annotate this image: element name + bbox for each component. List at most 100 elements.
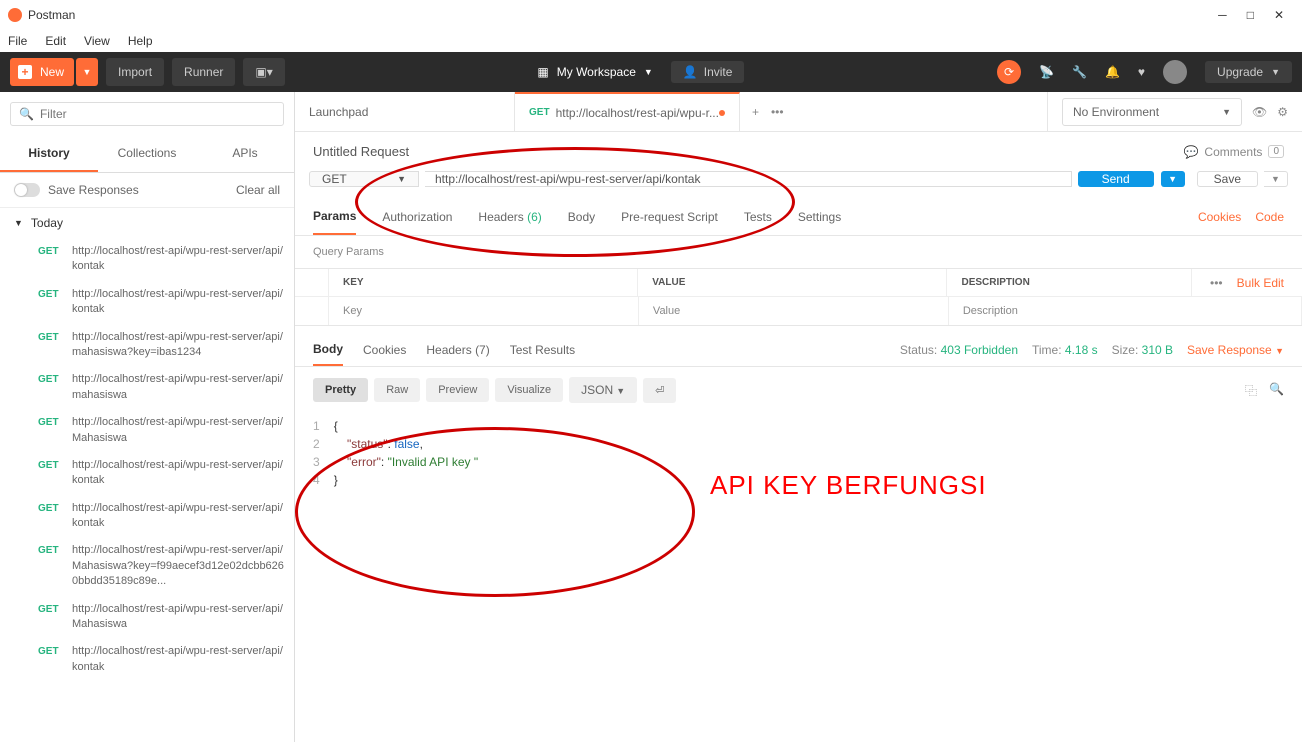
history-method: GET [38, 330, 62, 361]
save-button[interactable]: Save [1197, 171, 1258, 187]
tab-options-button[interactable]: ••• [771, 105, 784, 119]
key-input[interactable]: Key [329, 297, 639, 325]
app-icon [8, 8, 22, 22]
cookies-link[interactable]: Cookies [1198, 210, 1241, 224]
more-icon[interactable]: ••• [1210, 276, 1223, 290]
history-method: GET [38, 543, 62, 589]
chevron-down-icon: ▼ [397, 174, 406, 184]
tab-params[interactable]: Params [313, 199, 356, 235]
wrap-lines-button[interactable]: ⏎ [643, 378, 676, 403]
sidebar: 🔍 History Collections APIs Save Response… [0, 92, 295, 742]
import-button[interactable]: Import [106, 58, 164, 86]
history-item[interactable]: GEThttp://localhost/rest-api/wpu-rest-se… [0, 638, 294, 681]
history-item[interactable]: GEThttp://localhost/rest-api/wpu-rest-se… [0, 324, 294, 367]
history-item[interactable]: GEThttp://localhost/rest-api/wpu-rest-se… [0, 366, 294, 409]
history-item[interactable]: GET http://localhost/rest-api/wpu-rest-se… [0, 452, 294, 495]
menu-file[interactable]: File [8, 34, 27, 48]
history-item[interactable]: GEThttp://localhost/rest-api/wpu-rest-se… [0, 409, 294, 452]
menu-edit[interactable]: Edit [45, 34, 66, 48]
add-tab-button[interactable]: + [752, 105, 759, 119]
history-method: GET [38, 458, 62, 489]
titlebar: Postman ─ □ ✕ [0, 0, 1302, 30]
tab-tests[interactable]: Tests [744, 200, 772, 234]
clear-all-button[interactable]: Clear all [236, 183, 280, 197]
plus-icon: + [18, 65, 32, 79]
resp-tab-headers[interactable]: Headers (7) [426, 335, 489, 365]
resp-tab-tests[interactable]: Test Results [510, 335, 575, 365]
resp-tab-cookies[interactable]: Cookies [363, 335, 406, 365]
wrench-icon[interactable]: 🔧 [1072, 65, 1087, 79]
search-icon: 🔍 [19, 107, 34, 121]
new-button[interactable]: + New [10, 58, 74, 86]
runner-button[interactable]: Runner [172, 58, 235, 86]
minimize-button[interactable]: ─ [1218, 8, 1227, 22]
view-pretty[interactable]: Pretty [313, 378, 368, 402]
tab-settings[interactable]: Settings [798, 200, 841, 234]
save-responses-label: Save Responses [48, 183, 139, 197]
sync-icon[interactable]: ⟳ [997, 60, 1021, 84]
today-header[interactable]: ▼ Today [0, 208, 294, 238]
history-item[interactable]: GEThttp://localhost/rest-api/wpu-rest-se… [0, 596, 294, 639]
code-link[interactable]: Code [1255, 210, 1284, 224]
upgrade-button[interactable]: Upgrade ▼ [1205, 61, 1292, 83]
history-url: http://localhost/rest-api/wpu-rest-serve… [72, 458, 284, 489]
tab-headers[interactable]: Headers (6) [478, 200, 541, 234]
satellite-icon[interactable]: 📡 [1039, 65, 1054, 79]
url-input[interactable]: http://localhost/rest-api/wpu-rest-serve… [425, 171, 1072, 187]
history-method: GET [38, 415, 62, 446]
tab-body[interactable]: Body [568, 200, 595, 234]
history-method: GET [38, 501, 62, 532]
heart-icon[interactable]: ♥ [1138, 65, 1145, 79]
tab-launchpad[interactable]: Launchpad [295, 92, 515, 131]
bell-icon[interactable]: 🔔 [1105, 65, 1120, 79]
settings-icon[interactable]: ⚙ [1277, 105, 1288, 119]
workspace-selector[interactable]: ▦ My Workspace ▼ [537, 65, 652, 79]
save-dropdown[interactable]: ▼ [1264, 171, 1288, 187]
view-preview[interactable]: Preview [426, 378, 489, 402]
tab-prerequest[interactable]: Pre-request Script [621, 200, 718, 234]
open-new-button[interactable]: ▣▾ [243, 58, 284, 86]
menu-view[interactable]: View [84, 34, 110, 48]
history-url: http://localhost/rest-api/wpu-rest-serve… [72, 501, 284, 532]
comments-button[interactable]: 💬 Comments 0 [1183, 145, 1284, 159]
format-select[interactable]: JSON ▼ [569, 377, 637, 403]
avatar[interactable] [1163, 60, 1187, 84]
th-key: KEY [329, 269, 638, 296]
history-item[interactable]: GEThttp://localhost/rest-api/wpu-rest-se… [0, 281, 294, 324]
bulk-edit-link[interactable]: Bulk Edit [1237, 276, 1284, 290]
menu-help[interactable]: Help [128, 34, 153, 48]
tab-history[interactable]: History [0, 136, 98, 172]
tab-apis[interactable]: APIs [196, 136, 294, 172]
copy-icon[interactable]: ⿻ [1245, 382, 1257, 399]
view-visualize[interactable]: Visualize [495, 378, 563, 402]
close-button[interactable]: ✕ [1274, 8, 1284, 22]
send-button[interactable]: Send [1078, 171, 1154, 187]
chevron-down-icon: ▼ [1271, 67, 1280, 77]
environment-select[interactable]: No Environment ▼ [1062, 98, 1242, 126]
env-preview-icon[interactable]: 👁 [1252, 105, 1267, 119]
save-responses-toggle[interactable] [14, 183, 40, 197]
new-dropdown[interactable]: ▼ [76, 58, 98, 86]
description-input[interactable]: Description [949, 297, 1302, 325]
toolbar: + New ▼ Import Runner ▣▾ ▦ My Workspace … [0, 52, 1302, 92]
tab-collections[interactable]: Collections [98, 136, 196, 172]
tab-authorization[interactable]: Authorization [382, 200, 452, 234]
history-item[interactable]: GEThttp://localhost/rest-api/wpu-rest-se… [0, 537, 294, 595]
th-description: DESCRIPTION [947, 269, 1192, 296]
method-select[interactable]: GET ▼ [309, 171, 419, 187]
send-dropdown[interactable]: ▼ [1161, 171, 1185, 187]
save-response-button[interactable]: Save Response ▼ [1187, 343, 1284, 357]
history-item[interactable]: GET http://localhost/rest-api/wpu-rest-se… [0, 495, 294, 538]
resp-tab-body[interactable]: Body [313, 334, 343, 366]
tab-request[interactable]: GET http://localhost/rest-api/wpu-r... [515, 92, 740, 131]
invite-button[interactable]: 👤 Invite [671, 61, 745, 83]
maximize-button[interactable]: □ [1247, 8, 1254, 22]
search-response-icon[interactable]: 🔍 [1269, 382, 1284, 399]
history-url: http://localhost/rest-api/wpu-rest-serve… [72, 372, 284, 403]
content-area: Launchpad GET http://localhost/rest-api/… [295, 92, 1302, 742]
value-input[interactable]: Value [639, 297, 949, 325]
filter-input[interactable]: 🔍 [10, 102, 284, 126]
annotation-text: API KEY BERFUNGSI [710, 470, 987, 501]
history-item[interactable]: GEThttp://localhost/rest-api/wpu-rest-se… [0, 238, 294, 281]
view-raw[interactable]: Raw [374, 378, 420, 402]
